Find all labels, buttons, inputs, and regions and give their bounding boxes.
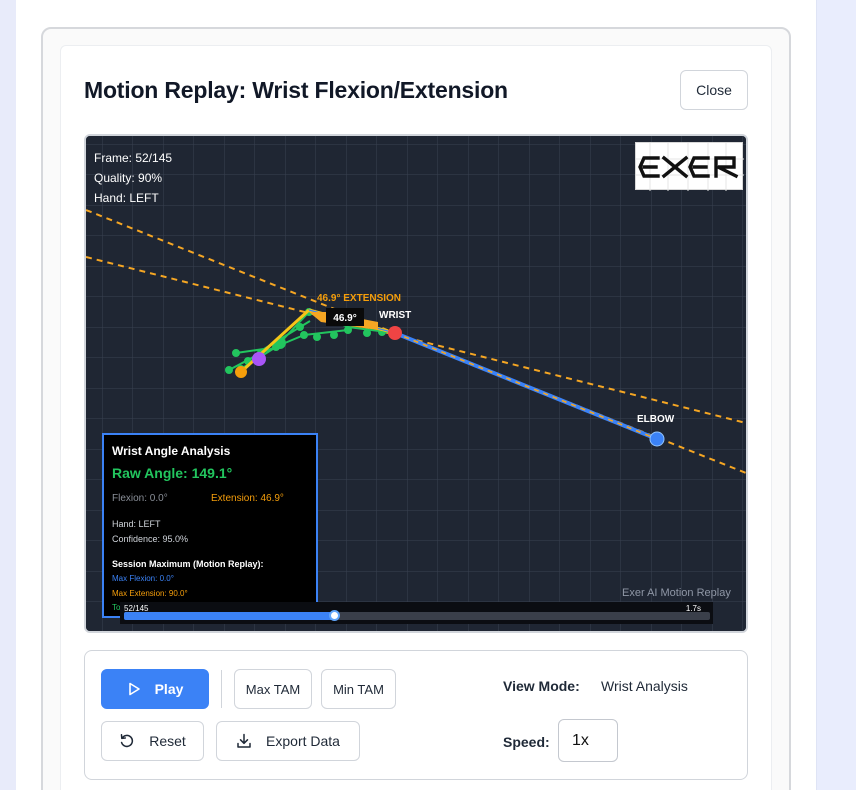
reset-icon [120, 734, 134, 748]
max-flexion: Max Flexion: 0.0° [112, 574, 174, 583]
play-label: Play [154, 681, 184, 697]
export-data-label: Export Data [266, 733, 340, 749]
motion-replay-canvas[interactable]: 46.9° 46.9° EXTENSION WRIST ELBOW Frame:… [84, 134, 748, 633]
view-mode-value[interactable]: Wrist Analysis [601, 678, 688, 694]
flexion-value: Flexion: 0.0° [112, 493, 168, 504]
session-maximum-header: Session Maximum (Motion Replay): [112, 559, 264, 569]
max-tam-button[interactable]: Max TAM [234, 669, 312, 709]
wrist-label: WRIST [379, 310, 411, 321]
elbow-label: ELBOW [637, 414, 675, 425]
timeline-scrubber-handle[interactable] [329, 610, 341, 621]
wrist-analysis-panel: Wrist Angle Analysis Raw Angle: 149.1° F… [102, 433, 318, 618]
close-button[interactable]: Close [680, 70, 748, 110]
export-data-button[interactable]: Export Data [216, 721, 360, 761]
analysis-title: Wrist Angle Analysis [112, 444, 231, 458]
play-icon [128, 682, 140, 696]
raw-angle: Raw Angle: 149.1° [112, 465, 233, 481]
page-left-margin [0, 0, 16, 790]
hand-readout: Hand: LEFT [94, 191, 159, 205]
frame-info: Frame: 52/145 Quality: 90% Hand: LEFT [94, 148, 172, 208]
page-right-margin [816, 0, 856, 790]
replay-watermark: Exer AI Motion Replay [622, 587, 731, 599]
elbow-point [649, 431, 665, 447]
wrist-point [388, 326, 402, 340]
analysis-confidence: Confidence: 95.0% [112, 534, 189, 544]
download-icon [237, 733, 251, 748]
play-button[interactable]: Play [101, 669, 209, 709]
analysis-hand: Hand: LEFT [112, 519, 161, 529]
speed-select[interactable]: 1x [558, 719, 618, 762]
controls-divider [221, 670, 222, 708]
quality-readout: Quality: 90% [94, 171, 163, 185]
reset-button[interactable]: Reset [101, 721, 204, 761]
timeline-track[interactable] [124, 610, 710, 621]
view-mode-label: View Mode: [503, 678, 580, 694]
reset-label: Reset [149, 733, 186, 749]
extension-value: Extension: 46.9° [211, 493, 284, 504]
exer-logo [635, 142, 744, 191]
extension-label: 46.9° EXTENSION [317, 293, 401, 304]
timeline-progress [124, 612, 335, 620]
angle-badge-text: 46.9° [333, 313, 356, 324]
replay-timeline[interactable]: 52/145 1.7s [120, 602, 713, 624]
max-extension: Max Extension: 90.0° [112, 589, 188, 598]
frame-counter: Frame: 52/145 [94, 151, 173, 165]
speed-label: Speed: [503, 734, 550, 750]
exer-logo-mark [636, 143, 744, 191]
min-tam-button[interactable]: Min TAM [321, 669, 396, 709]
dialog-title: Motion Replay: Wrist Flexion/Extension [84, 77, 508, 103]
